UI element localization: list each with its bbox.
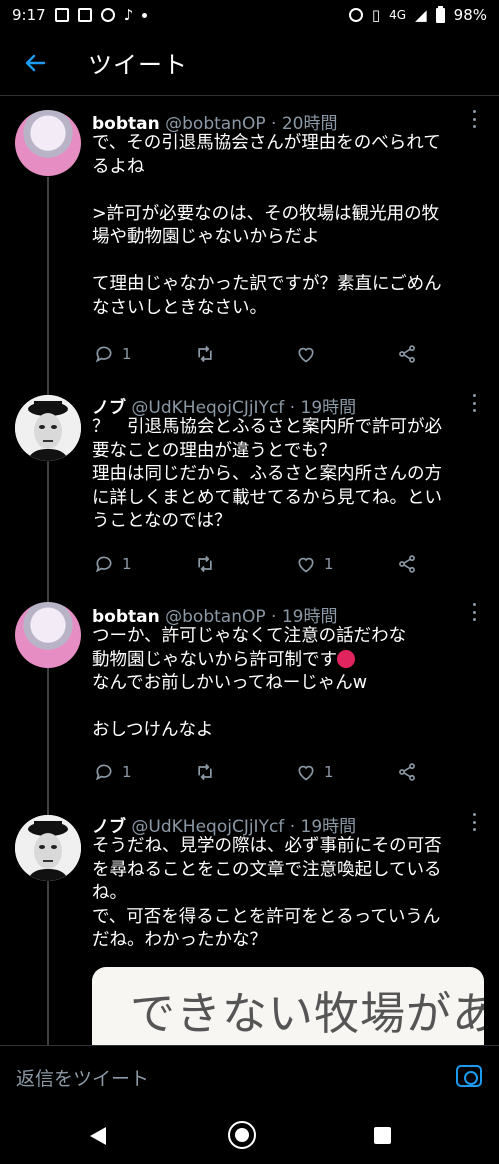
like-button[interactable]: 1 [296,762,334,782]
image-text: できない牧場があ [130,987,484,1040]
user-handle[interactable]: @UdKHeqojCJjIYcf [131,398,284,418]
vibrate-icon: ▯ [371,6,381,24]
tweet-image[interactable]: できない牧場があ [92,967,484,1045]
heart-icon [298,347,314,363]
more-notifications-icon [142,12,148,18]
reply-count: 1 [122,555,132,573]
retweet-button[interactable] [194,344,224,364]
share-icon [399,555,415,573]
header: ツイート [0,30,499,96]
tweet-text: そうだね、見学の際は、必ず事前にその可否 を尋ねることをこの文章で注意喚起してい… [92,836,442,950]
more-options-icon[interactable] [473,110,477,128]
user-name[interactable]: ノブ [92,817,126,837]
nav-home-icon[interactable] [228,1121,256,1149]
like-button[interactable]: 1 [296,554,334,574]
tweet-time: · 20時間 [271,114,338,134]
like-count: 1 [324,555,334,573]
reply-bar: 返信をツイート [0,1045,499,1105]
more-options-icon[interactable] [473,603,477,621]
signal-icon: ◢ [415,6,427,24]
avatar-portrait-icon [15,395,81,461]
reply-icon [95,556,112,573]
tweet-header: bobtan @bobtanOP · 19時間 [92,602,337,627]
user-handle[interactable]: @UdKHeqojCJjIYcf [131,817,284,837]
heart-icon [298,765,314,781]
tweet-header: ノブ @UdKHeqojCJjIYcf · 19時間 [92,812,356,837]
tweet-time: · 19時間 [271,607,338,627]
network-type: 4G [389,8,407,22]
tweet-time: · 19時間 [289,817,357,837]
retweet-icon [198,555,212,573]
back-button[interactable] [0,30,70,96]
reply-icon [95,346,112,363]
camera-icon[interactable] [456,1065,482,1087]
avatar[interactable] [15,602,81,668]
tweet-feed[interactable]: bobtan @bobtanOP · 20時間 で、その引退馬協会さんが理由をの… [0,97,499,1045]
image-icon [54,8,69,22]
tweet-text-line: つーか、許可じゃなくて注意の話だわな [92,626,407,646]
tweet-actions: 1 [92,342,422,366]
tweet-actions: 1 1 [92,552,422,576]
share-icon [399,763,415,781]
system-navigation-bar [0,1105,499,1164]
tweet-actions: 1 1 [92,760,422,784]
angry-face-emoji-icon [337,649,355,668]
reply-count: 1 [122,345,132,363]
reply-button[interactable]: 1 [94,344,132,364]
tweet-text: つーか、許可じゃなくて注意の話だわな 動物園じゃないから許可制です なんでお前し… [92,625,486,743]
page-title: ツイート [88,51,188,79]
reply-button[interactable]: 1 [94,554,132,574]
status-bar: 9:17 ♪ ▯ 4G ◢ 98% [0,0,499,30]
avatar-portrait-icon [15,815,81,881]
like-button[interactable] [296,344,324,364]
reply-icon [95,764,112,781]
music-icon: ♪ [123,6,134,24]
battery-icon [435,5,445,23]
status-time: 9:17 [12,6,46,24]
heart-icon [298,557,314,573]
avatar[interactable] [15,815,81,881]
user-handle[interactable]: @bobtanOP [165,607,265,627]
tweet-header: bobtan @bobtanOP · 20時間 [92,109,337,134]
retweet-button[interactable] [194,762,224,782]
user-name[interactable]: ノブ [92,398,126,418]
reply-count: 1 [122,763,132,781]
alarm-icon [100,8,115,22]
tweet-text: で、その引退馬協会さんが理由をのべられて るよね >許可が必要なのは、その牧場は… [92,133,442,318]
app-icon [77,8,92,22]
nav-back-icon[interactable] [90,1127,106,1145]
arrow-left-icon [25,54,46,71]
share-button[interactable] [397,344,417,364]
share-button[interactable] [397,762,417,782]
more-options-icon[interactable] [473,813,477,831]
retweet-icon [198,763,212,781]
share-button[interactable] [397,554,417,574]
user-name[interactable]: bobtan [92,114,160,134]
nav-recents-icon[interactable] [374,1127,391,1144]
tweet-time: · 19時間 [289,398,357,418]
tweet-text-line: 動物園じゃないから許可制です [92,649,337,670]
user-handle[interactable]: @bobtanOP [165,114,265,134]
alarm-status-icon [348,8,363,22]
tweet-text: ？ 引退馬協会とふるさと案内所で許可が必 要なことの理由が違うとでも？ 理由は同… [92,417,442,531]
avatar[interactable] [15,395,81,461]
user-name[interactable]: bobtan [92,607,160,627]
share-icon [399,345,415,363]
tweet-text-rest: なんでお前しかいってねーじゃんw おしつけんなよ [92,673,368,740]
like-count: 1 [324,763,334,781]
retweet-icon [198,345,212,363]
retweet-button[interactable] [194,554,224,574]
avatar[interactable] [15,110,81,176]
reply-input[interactable]: 返信をツイート [16,1064,149,1091]
battery-percent: 98% [453,6,487,24]
tweet-header: ノブ @UdKHeqojCJjIYcf · 19時間 [92,393,356,418]
more-options-icon[interactable] [473,394,477,412]
reply-button[interactable]: 1 [94,762,132,782]
